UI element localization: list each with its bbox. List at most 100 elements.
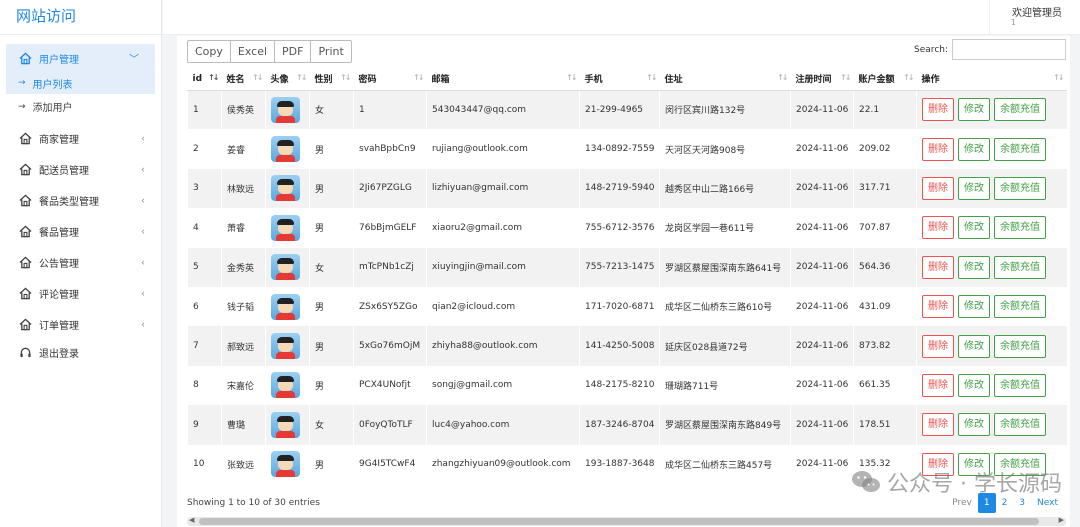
cell-gender: 男	[309, 286, 354, 327]
export-button-group: Copy Excel PDF Print	[187, 40, 352, 63]
horizontal-scrollbar[interactable]: ◀ ▶	[187, 516, 1066, 526]
welcome-text[interactable]: 欢迎管理员	[1012, 4, 1062, 19]
scroll-left-icon[interactable]: ◀	[189, 516, 194, 524]
sidebar-item-order-management[interactable]: 订单管理 ‹	[0, 309, 161, 340]
cell-phone: 134-0892-7559	[579, 129, 660, 169]
column-header-avatar[interactable]: 头像 ↑↓	[265, 68, 310, 91]
recharge-button[interactable]: 余额充值	[994, 373, 1046, 397]
delete-button[interactable]: 删除	[922, 216, 954, 240]
column-header-phone[interactable]: 手机 ↑↓	[579, 68, 660, 91]
delete-button[interactable]: 删除	[922, 98, 954, 122]
edit-button[interactable]: 修改	[958, 334, 990, 358]
recharge-button[interactable]: 余额充值	[994, 137, 1046, 161]
cell-password: ZSx6SY5ZGo	[353, 286, 427, 327]
edit-button[interactable]: 修改	[958, 373, 990, 397]
sidebar-item-announcement-management[interactable]: 公告管理 ‹	[0, 247, 161, 278]
cell-address: 罗湖区蔡屋围深南东路849号	[659, 405, 791, 445]
cell-name: 金秀英	[221, 247, 266, 287]
sidebar-item-merchant-management[interactable]: 商家管理 ‹	[0, 123, 161, 154]
sidebar-item-courier-management[interactable]: 配送员管理 ‹	[0, 154, 161, 185]
home-icon	[18, 287, 32, 301]
cell-name: 宋嘉伦	[221, 365, 266, 406]
column-header-id[interactable]: id ↑↓	[187, 68, 222, 91]
cell-avatar	[265, 208, 310, 248]
table-row: 7 郝致远 男 5xGo76mOjM zhiyha88@outlook.com 141-4…	[187, 326, 1067, 366]
column-header-email[interactable]: 邮箱 ↑↓	[426, 68, 580, 91]
cell-register-time: 2024-11-06	[790, 365, 854, 406]
recharge-button[interactable]: 余额充值	[994, 255, 1046, 279]
cell-address: 成华区二仙桥东三路610号	[659, 286, 791, 327]
edit-button[interactable]: 修改	[958, 413, 990, 437]
cell-address: 龙岗区学园一巷611号	[659, 208, 791, 248]
sidebar-item-label: 公告管理	[39, 259, 79, 270]
scroll-right-icon[interactable]: ▶	[1059, 516, 1064, 524]
pdf-button[interactable]: PDF	[274, 40, 312, 63]
table-row: 5 金秀英 女 mTcPNb1cZj xiuyingjin@mail.com 755-72…	[187, 247, 1067, 287]
cell-phone: 187-3246-8704	[579, 405, 660, 445]
column-header-password[interactable]: 密码 ↑↓	[353, 68, 427, 91]
recharge-button[interactable]: 余额充值	[994, 413, 1046, 437]
sidebar-subitem-add-user[interactable]: → 添加用户	[0, 94, 161, 119]
edit-button[interactable]: 修改	[958, 137, 990, 161]
copy-button[interactable]: Copy	[187, 40, 231, 63]
edit-button[interactable]: 修改	[958, 255, 990, 279]
home-icon	[18, 51, 32, 65]
column-header-gender[interactable]: 性别 ↑↓	[309, 68, 354, 91]
sidebar-subitem-user-list[interactable]: → 用户列表	[6, 72, 155, 94]
delete-button[interactable]: 删除	[922, 413, 954, 437]
recharge-button[interactable]: 余额充值	[994, 334, 1046, 358]
avatar	[271, 96, 300, 123]
cell-password: 5xGo76mOjM	[353, 326, 427, 366]
scrollbar-thumb[interactable]	[199, 518, 1039, 525]
edit-button[interactable]: 修改	[958, 176, 990, 200]
column-label: 性别	[314, 75, 333, 86]
sidebar-item-label: 退出登录	[39, 349, 79, 360]
column-header-actions[interactable]: 操作 ↑↓	[916, 68, 1067, 91]
site-logo[interactable]: 网站访问	[0, 0, 161, 35]
delete-button[interactable]: 删除	[922, 373, 954, 397]
column-label: 密码	[358, 75, 377, 86]
sidebar-item-dish-type-management[interactable]: 餐品类型管理 ‹	[0, 185, 161, 216]
sidebar-item-comment-management[interactable]: 评论管理 ‹	[0, 278, 161, 309]
print-button[interactable]: Print	[310, 40, 352, 63]
delete-button[interactable]: 删除	[922, 295, 954, 319]
edit-button[interactable]: 修改	[958, 216, 990, 240]
welcome-subtext: 1	[1010, 18, 1016, 27]
sidebar-subitem-label: 添加用户	[32, 103, 73, 114]
sidebar-item-logout[interactable]: 退出登录	[0, 340, 161, 365]
recharge-button[interactable]: 余额充值	[994, 295, 1046, 319]
column-label: 操作	[921, 75, 940, 86]
column-header-name[interactable]: 姓名 ↑↓	[221, 68, 266, 91]
cell-password: PCX4UNofjt	[353, 365, 427, 406]
search-area: Search:	[914, 39, 1066, 60]
chevron-left-icon: ‹	[141, 133, 145, 144]
delete-button[interactable]: 删除	[922, 255, 954, 279]
cell-balance: 873.82	[853, 326, 917, 366]
sort-icon: ↑↓	[903, 73, 914, 82]
sidebar-item-dish-management[interactable]: 餐品管理 ‹	[0, 216, 161, 247]
edit-button[interactable]: 修改	[958, 98, 990, 122]
search-input[interactable]	[952, 39, 1066, 60]
column-label: 注册时间	[795, 75, 832, 86]
sort-icon: ↑↓	[1053, 73, 1064, 82]
cell-actions: 删除 修改 余额充值	[916, 90, 1067, 130]
edit-button[interactable]: 修改	[958, 295, 990, 319]
cell-register-time: 2024-11-06	[790, 129, 854, 169]
sort-icon: ↑↓	[296, 73, 307, 82]
delete-button[interactable]: 删除	[922, 137, 954, 161]
recharge-button[interactable]: 余额充值	[994, 216, 1046, 240]
sidebar-item-user-management[interactable]: 用户管理 ﹀	[6, 44, 155, 72]
recharge-button[interactable]: 余额充值	[994, 176, 1046, 200]
column-header-register-time[interactable]: 注册时间 ↑↓	[790, 68, 854, 91]
excel-button[interactable]: Excel	[229, 40, 276, 63]
delete-button[interactable]: 删除	[922, 176, 954, 200]
column-header-balance[interactable]: 账户金额 ↑↓	[853, 68, 917, 91]
header-divider	[989, 0, 990, 35]
delete-button[interactable]: 删除	[922, 334, 954, 358]
headset-icon	[18, 346, 32, 360]
recharge-button[interactable]: 余额充值	[994, 98, 1046, 122]
cell-gender: 女	[309, 405, 354, 445]
column-header-address[interactable]: 住址 ↑↓	[659, 68, 791, 91]
cell-gender: 男	[309, 208, 354, 248]
sidebar-item-label: 商家管理	[39, 135, 79, 146]
